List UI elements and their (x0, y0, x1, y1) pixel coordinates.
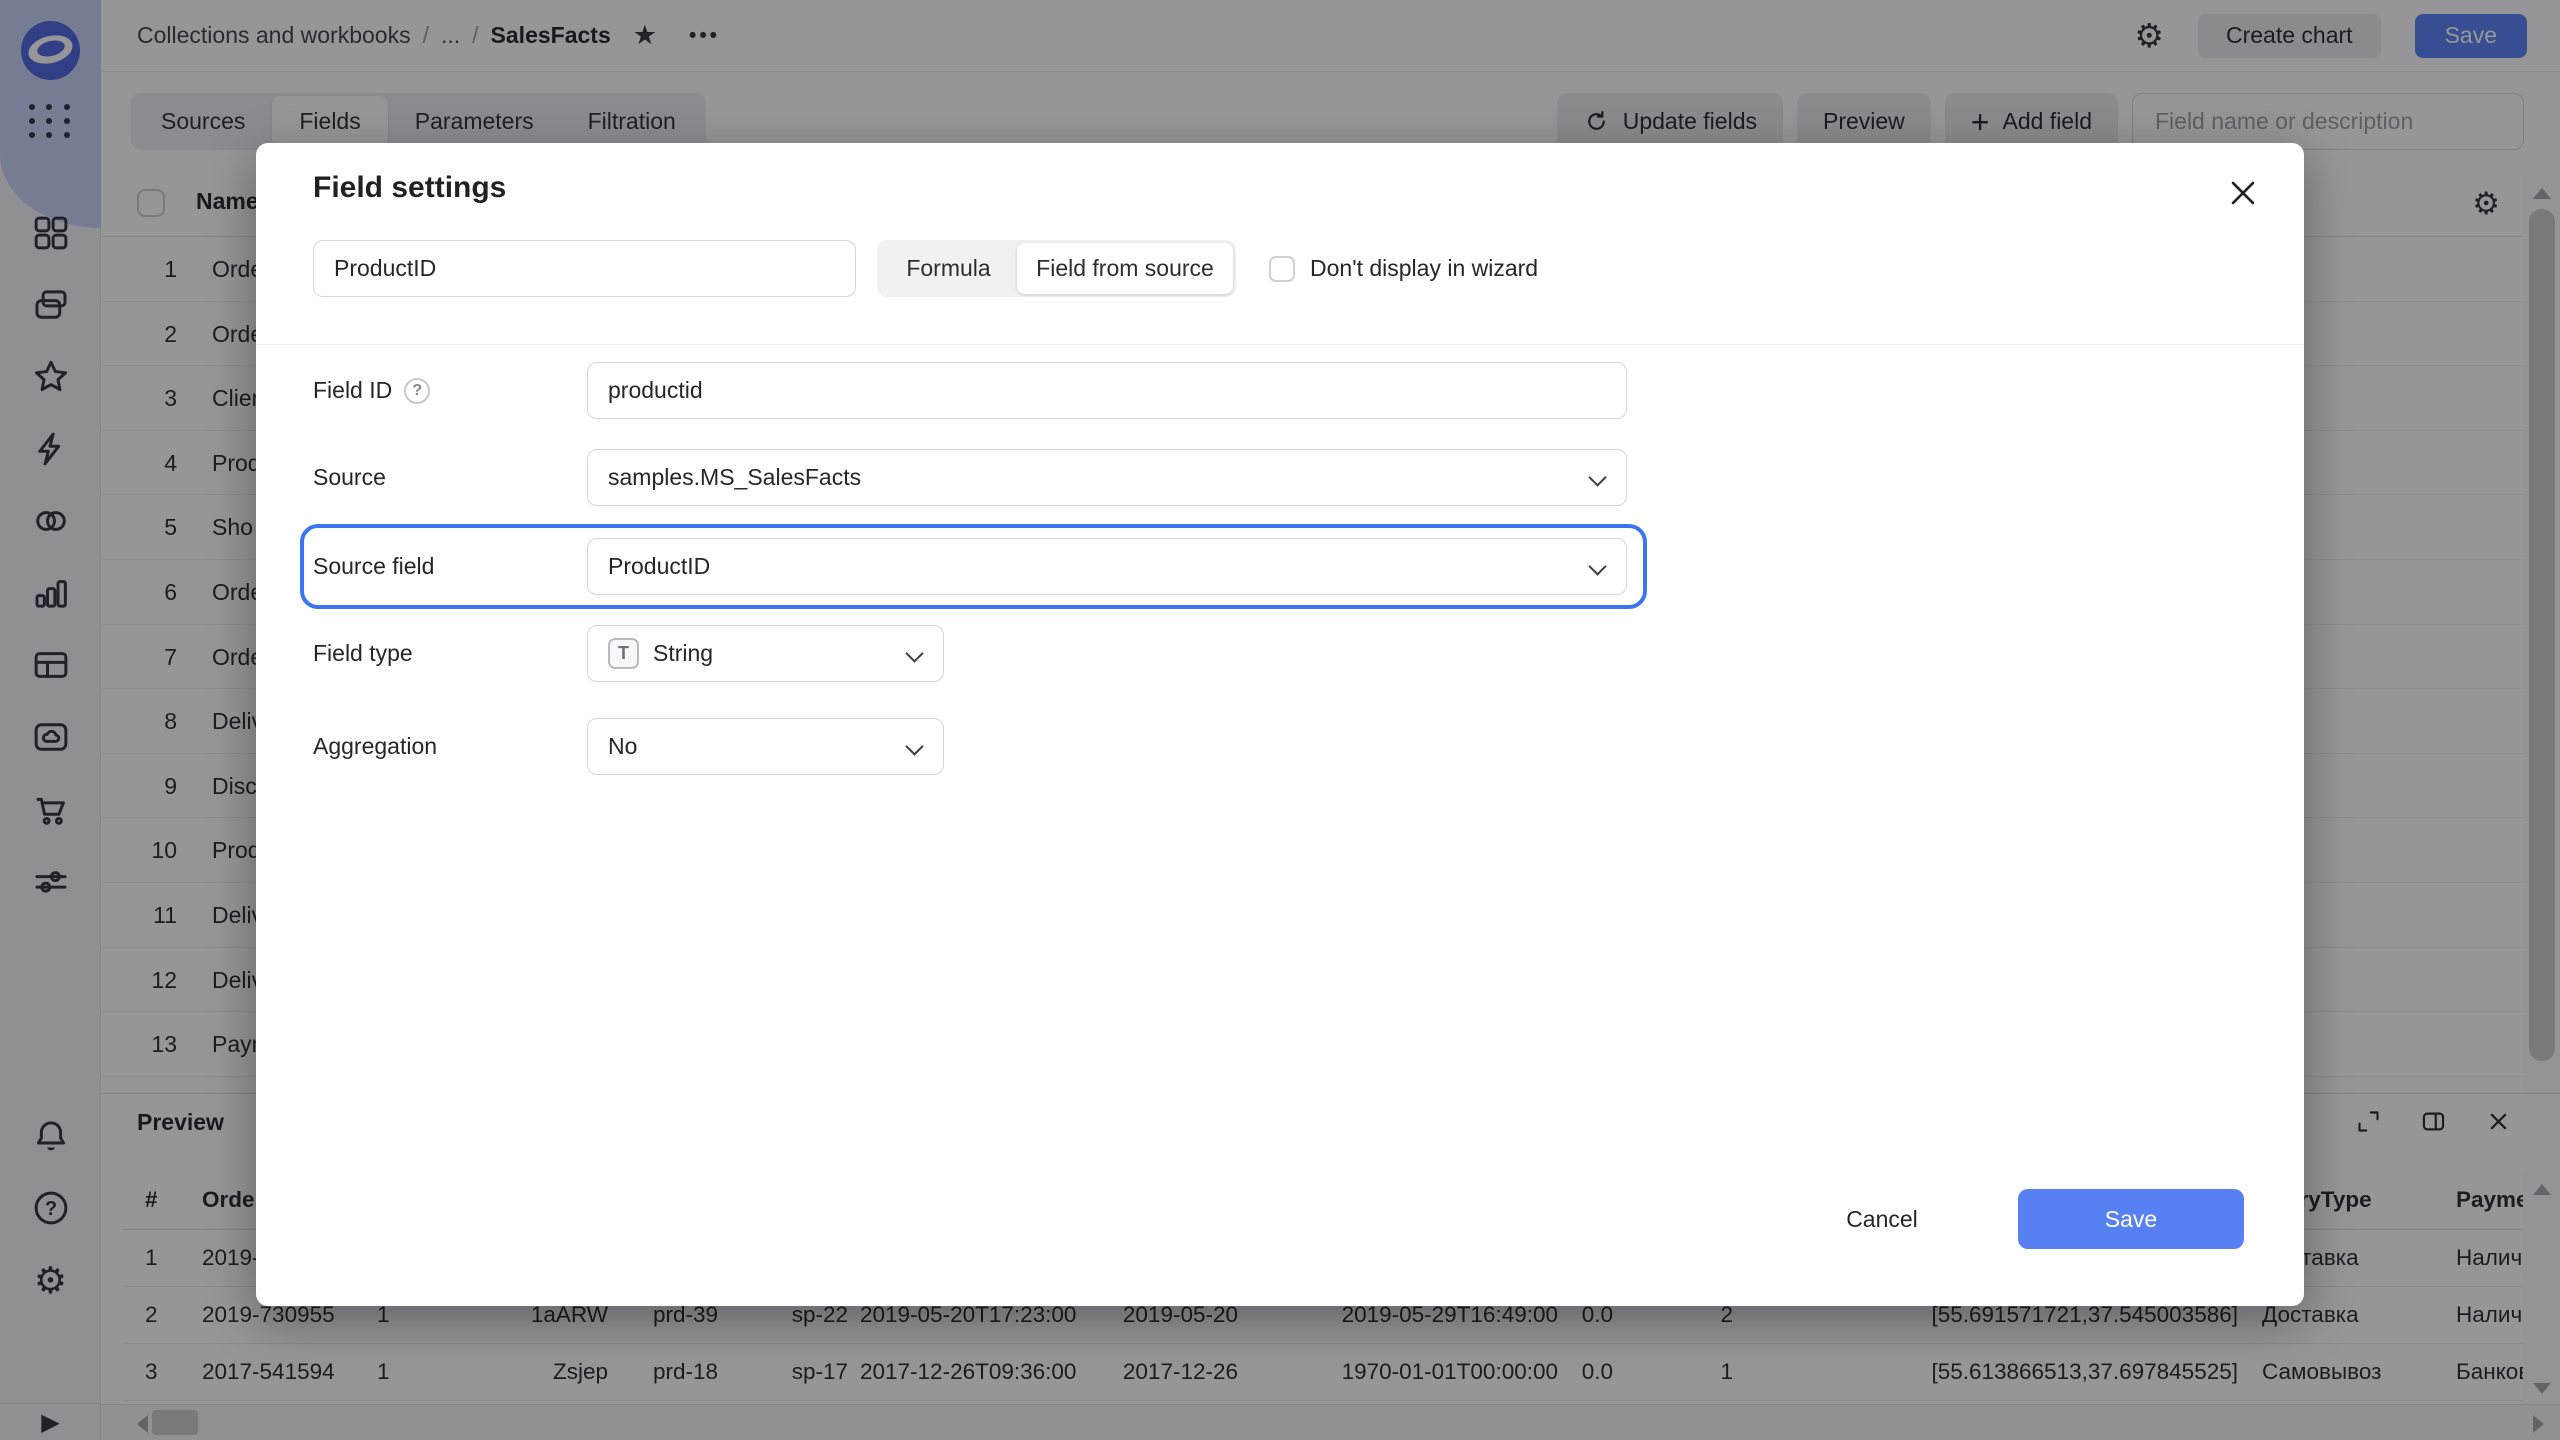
aggregation-select[interactable]: No (587, 718, 944, 775)
field-settings-modal: Field settings Formula Field from source… (256, 143, 2304, 1306)
field-type-label: Field type (313, 625, 413, 682)
source-field-value: ProductID (608, 553, 710, 580)
chevron-down-icon (1588, 557, 1606, 575)
field-type-value: String (653, 640, 713, 667)
save-field-button[interactable]: Save (2018, 1189, 2244, 1249)
close-icon[interactable] (2226, 176, 2260, 210)
field-type-select[interactable]: T String (587, 625, 944, 682)
source-field-label: Source field (313, 538, 434, 595)
string-type-icon: T (608, 638, 639, 669)
source-field-select[interactable]: ProductID (587, 538, 1627, 595)
mode-field-from-source-option[interactable]: Field from source (1017, 243, 1233, 294)
field-id-label: Field ID ? (313, 362, 430, 419)
modal-title: Field settings (313, 171, 506, 205)
dont-display-checkbox[interactable] (1269, 256, 1295, 282)
source-select[interactable]: samples.MS_SalesFacts (587, 449, 1627, 506)
field-id-input[interactable] (587, 362, 1627, 419)
modal-divider (256, 344, 2304, 345)
chevron-down-icon (1588, 468, 1606, 486)
app-root: ? ⚙ ▶ Collections and workbooks / ... / … (0, 0, 2560, 1440)
source-value: samples.MS_SalesFacts (608, 464, 861, 491)
field-name-input[interactable] (313, 240, 856, 297)
aggregation-label: Aggregation (313, 718, 437, 775)
dont-display-label: Don't display in wizard (1310, 255, 1538, 282)
field-mode-segmented-control: Formula Field from source (877, 240, 1236, 297)
chevron-down-icon (905, 737, 923, 755)
mode-formula-option[interactable]: Formula (880, 243, 1017, 294)
chevron-down-icon (905, 644, 923, 662)
aggregation-value: No (608, 733, 637, 760)
cancel-button[interactable]: Cancel (1822, 1199, 1942, 1239)
source-label: Source (313, 449, 386, 506)
wizard-checkbox-row: Don't display in wizard (1269, 240, 1538, 297)
help-icon[interactable]: ? (404, 378, 430, 404)
